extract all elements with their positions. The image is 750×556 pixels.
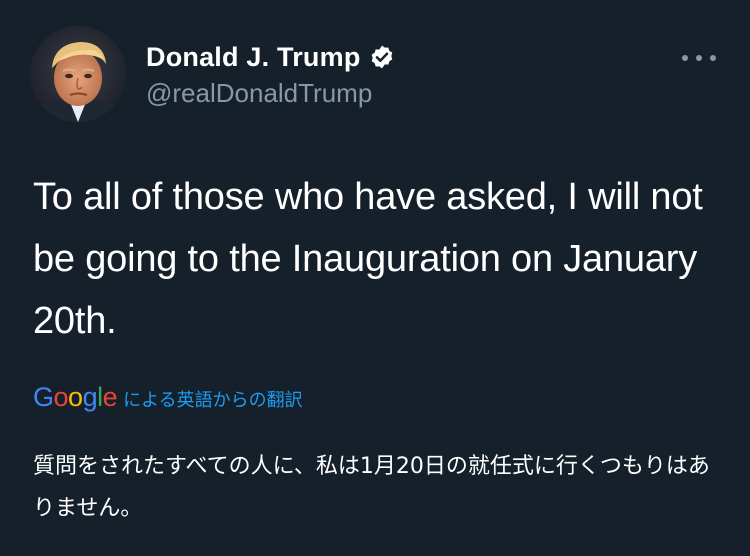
google-logo-letter: o [53, 382, 69, 412]
google-logo-letter: e [102, 382, 118, 412]
tweet-text: To all of those who have asked, I will n… [33, 176, 703, 342]
name-row: Donald J. Trump [146, 40, 395, 74]
avatar-image [30, 26, 126, 122]
google-logo: Google [33, 382, 118, 413]
avatar[interactable] [30, 26, 126, 122]
more-options-icon[interactable] [682, 48, 716, 68]
dot-icon [682, 55, 688, 61]
translated-text: 質問をされたすべての人に、私は1月20日の就任式に行くつもりはありません。 [33, 454, 710, 521]
author-info: Donald J. Trump @realDonaldTrump [146, 40, 395, 109]
author-display-name[interactable]: Donald J. Trump [146, 42, 361, 73]
google-logo-letter: G [33, 382, 54, 412]
translation-label: による英語からの翻訳 [123, 390, 303, 411]
tweet-card: Donald J. Trump @realDonaldTrump To all … [0, 0, 750, 556]
google-logo-letter: o [68, 382, 83, 412]
translation-attribution[interactable]: Google による英語からの翻訳 [33, 382, 303, 413]
google-logo-letter: g [82, 382, 98, 412]
verified-badge-icon [369, 44, 395, 70]
author-handle[interactable]: @realDonaldTrump [146, 78, 395, 109]
dot-icon [710, 55, 716, 61]
dot-icon [696, 55, 702, 61]
